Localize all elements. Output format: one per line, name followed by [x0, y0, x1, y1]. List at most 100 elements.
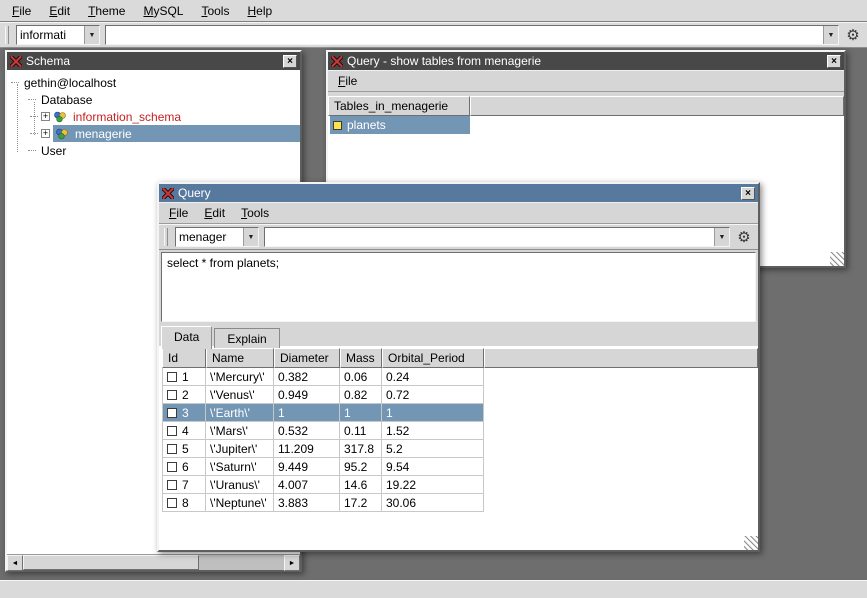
column-header-tables-in-menagerie[interactable]: Tables_in_menagerie [328, 96, 470, 116]
table-row[interactable]: 1 \'Mercury\' 0.382 0.06 0.24 [162, 368, 484, 386]
menu-theme[interactable]: Theme [80, 2, 133, 20]
scrollbar-thumb[interactable] [23, 555, 199, 570]
tree-item-root[interactable]: gethin@localhost [7, 74, 300, 91]
cell-id: 5 [182, 442, 189, 456]
menu-edit[interactable]: Edit [196, 204, 233, 222]
query-toolbar: ▼ ▼ ⚙ [159, 224, 758, 250]
column-header-diameter[interactable]: Diameter [274, 348, 340, 368]
cell-id: 3 [182, 406, 189, 420]
query-history-input[interactable] [106, 26, 823, 44]
column-header-filler [470, 96, 844, 116]
schema-combo-input[interactable] [17, 26, 84, 44]
tables-window-menubar: File [328, 70, 844, 92]
cell-id: 2 [182, 388, 189, 402]
chevron-down-icon[interactable]: ▼ [823, 26, 838, 44]
query-history-combo[interactable]: ▼ [105, 25, 839, 45]
cell-diameter: 4.007 [274, 476, 340, 494]
cell-mass: 317.8 [340, 440, 382, 458]
scroll-right-icon[interactable]: ► [284, 555, 300, 571]
column-header-id[interactable]: Id [162, 348, 206, 368]
database-combo[interactable]: ▼ [175, 227, 259, 247]
cell-mass: 17.2 [340, 494, 382, 512]
menu-edit[interactable]: Edit [41, 2, 78, 20]
menu-file[interactable]: File [330, 72, 365, 90]
selected-tree-item[interactable]: menagerie [53, 125, 300, 142]
close-icon[interactable]: × [741, 187, 755, 200]
row-checkbox[interactable] [167, 498, 177, 508]
horizontal-scrollbar[interactable]: ◄ ► [7, 554, 300, 570]
tab-explain[interactable]: Explain [214, 328, 279, 348]
query-history-input[interactable] [265, 228, 714, 246]
row-checkbox[interactable] [167, 444, 177, 454]
schema-titlebar[interactable]: Schema × [7, 52, 300, 70]
table-row[interactable]: 4 \'Mars\' 0.532 0.11 1.52 [162, 422, 484, 440]
query-titlebar[interactable]: Query × [159, 184, 758, 202]
row-checkbox[interactable] [167, 390, 177, 400]
column-header-name[interactable]: Name [206, 348, 274, 368]
toolbar-grip[interactable] [164, 228, 168, 246]
cell-orbital-period: 0.72 [382, 386, 484, 404]
menu-tools[interactable]: Tools [193, 2, 237, 20]
main-menubar: File Edit Theme MySQL Tools Help [0, 0, 867, 22]
chevron-down-icon[interactable]: ▼ [243, 228, 258, 246]
menu-mysql[interactable]: MySQL [135, 2, 191, 20]
cell-name: \'Saturn\' [206, 458, 274, 476]
chevron-down-icon[interactable]: ▼ [714, 228, 729, 246]
table-row[interactable]: 8 \'Neptune\' 3.883 17.2 30.06 [162, 494, 484, 512]
tree-item-label: Database [39, 93, 94, 107]
table-row-selected[interactable]: 3 \'Earth\' 1 1 1 [162, 404, 484, 422]
table-icon [333, 121, 342, 130]
tree-item-menagerie[interactable]: + menagerie [7, 125, 300, 142]
cell-name: \'Mars\' [206, 422, 274, 440]
table-row[interactable]: 6 \'Saturn\' 9.449 95.2 9.54 [162, 458, 484, 476]
close-icon[interactable]: × [827, 55, 841, 68]
scrollbar-track[interactable] [199, 555, 284, 570]
column-header-orbital-period[interactable]: Orbital_Period [382, 348, 484, 368]
tree-item-label: information_schema [71, 110, 183, 124]
scroll-left-icon[interactable]: ◄ [7, 555, 23, 571]
expand-plus-icon[interactable]: + [41, 129, 50, 138]
table-row[interactable]: 2 \'Venus\' 0.949 0.82 0.72 [162, 386, 484, 404]
selected-table-row[interactable]: planets [330, 116, 470, 134]
database-icon [55, 128, 69, 140]
table-list-row[interactable]: planets [328, 116, 844, 134]
schema-combo[interactable]: ▼ [16, 25, 100, 45]
tab-data[interactable]: Data [161, 326, 212, 349]
query-window: Query × File Edit Tools ▼ ▼ ⚙ [157, 182, 760, 552]
database-combo-input[interactable] [176, 228, 243, 246]
resize-grip[interactable] [830, 252, 844, 266]
table-row[interactable]: 5 \'Jupiter\' 11.209 317.8 5.2 [162, 440, 484, 458]
tables-titlebar[interactable]: Query - show tables from menagerie × [328, 52, 844, 70]
result-tabs: Data Explain [159, 324, 758, 348]
toolbar-grip[interactable] [5, 26, 9, 44]
resize-grip[interactable] [744, 536, 758, 550]
cell-name: \'Neptune\' [206, 494, 274, 512]
close-icon[interactable]: × [283, 55, 297, 68]
gear-icon[interactable]: ⚙ [844, 26, 862, 44]
menu-help[interactable]: Help [239, 2, 280, 20]
menu-file[interactable]: File [161, 204, 196, 222]
column-header-mass[interactable]: Mass [340, 348, 382, 368]
cell-diameter: 3.883 [274, 494, 340, 512]
cell-diameter: 0.949 [274, 386, 340, 404]
row-checkbox[interactable] [167, 426, 177, 436]
expand-plus-icon[interactable]: + [41, 112, 50, 121]
tree-item-label: gethin@localhost [22, 76, 118, 90]
menu-tools[interactable]: Tools [233, 204, 277, 222]
chevron-down-icon[interactable]: ▼ [84, 26, 99, 44]
query-history-combo[interactable]: ▼ [264, 227, 730, 247]
sql-editor[interactable]: select * from planets; [161, 252, 756, 322]
tree-item-label: menagerie [73, 127, 134, 141]
gear-icon[interactable]: ⚙ [735, 228, 753, 246]
tree-item-information-schema[interactable]: + information_schema [7, 108, 300, 125]
row-checkbox[interactable] [167, 408, 177, 418]
row-checkbox[interactable] [167, 480, 177, 490]
menu-file[interactable]: File [4, 2, 39, 20]
row-checkbox[interactable] [167, 462, 177, 472]
main-toolbar: ▼ ▼ ⚙ [0, 22, 867, 48]
tree-item-user[interactable]: User [7, 142, 300, 159]
row-checkbox[interactable] [167, 372, 177, 382]
tree-item-database[interactable]: Database [7, 91, 300, 108]
result-grid-header: Id Name Diameter Mass Orbital_Period [162, 348, 758, 368]
table-row[interactable]: 7 \'Uranus\' 4.007 14.6 19.22 [162, 476, 484, 494]
